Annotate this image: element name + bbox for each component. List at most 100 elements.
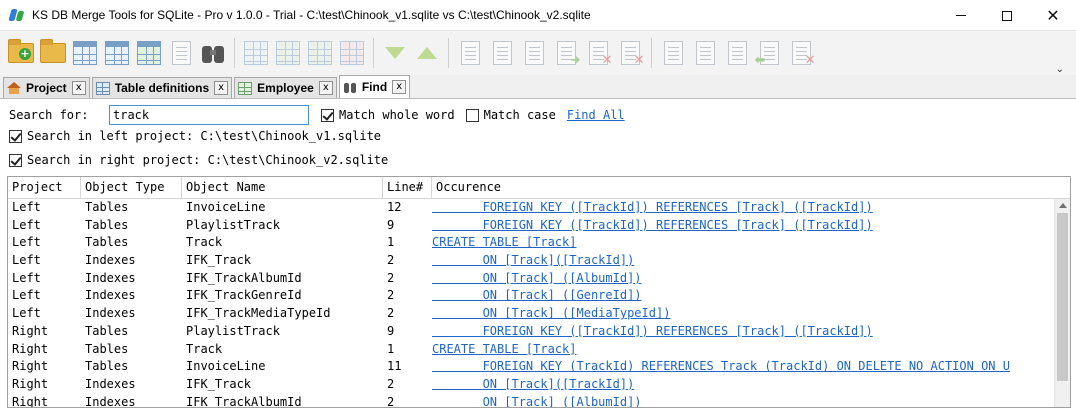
- occurence-link[interactable]: FOREIGN KEY ([TrackId]) REFERENCES [Trac…: [432, 200, 873, 214]
- cell-occurence[interactable]: ON [Track] ([AlbumId]): [432, 270, 1054, 288]
- match-whole-word-checkbox[interactable]: [321, 108, 334, 122]
- export-button[interactable]: [166, 37, 196, 69]
- occurence-link[interactable]: FOREIGN KEY (TrackId) REFERENCES Track (…: [432, 359, 1010, 373]
- cell-occurence[interactable]: FOREIGN KEY ([TrackId]) REFERENCES [Trac…: [432, 199, 1054, 217]
- table-row[interactable]: Left Tables PlaylistTrack 9 FOREIGN KEY ([T…: [8, 217, 1070, 235]
- scroll-up-icon[interactable]: [1059, 203, 1067, 208]
- tab-close-button[interactable]: x: [214, 81, 229, 95]
- search-left-project-checkbox[interactable]: [9, 129, 22, 143]
- cell-project: Left: [12, 253, 41, 268]
- cell-project: Left: [12, 200, 41, 214]
- table-row[interactable]: Right Indexes IFK_TrackAlbumId 2 ON [Track]…: [8, 394, 1070, 407]
- table-row[interactable]: Right Indexes IFK_Track 2 ON [Track]([Track…: [8, 376, 1070, 394]
- cell-occurence[interactable]: ON [Track]([TrackId]): [432, 376, 1054, 394]
- toolbar-separator: [373, 38, 374, 68]
- tab-project[interactable]: Project x: [3, 77, 90, 98]
- maximize-button[interactable]: [984, 0, 1030, 31]
- table-row[interactable]: Left Indexes IFK_TrackMediaTypeId 2 ON [Tra…: [8, 305, 1070, 323]
- open-project-button[interactable]: [38, 37, 68, 69]
- match-case-option[interactable]: Match case: [465, 108, 556, 122]
- table-grid-left-button[interactable]: [273, 37, 303, 69]
- column-header-object-name[interactable]: Object Name: [182, 177, 383, 198]
- minimize-button[interactable]: [938, 0, 984, 31]
- apply-left-button[interactable]: ⬅: [754, 37, 784, 69]
- match-whole-word-option[interactable]: Match whole word: [321, 108, 455, 122]
- delete-doc-button[interactable]: ✕: [615, 37, 645, 69]
- new-project-button[interactable]: +: [6, 37, 36, 69]
- occurence-link[interactable]: FOREIGN KEY ([TrackId]) REFERENCES [Trac…: [432, 218, 873, 232]
- left-doc-button[interactable]: [658, 37, 688, 69]
- tab-close-button[interactable]: x: [71, 81, 86, 95]
- column-header-line[interactable]: Line#: [383, 177, 432, 198]
- cell-occurence[interactable]: ON [Track]([TrackId]): [432, 252, 1054, 270]
- delete-left-button[interactable]: ✕: [786, 37, 816, 69]
- cell-line: 2: [387, 288, 395, 303]
- table-row[interactable]: Right Tables InvoiceLine 11 FOREIGN KEY (Tr…: [8, 358, 1070, 376]
- occurence-link[interactable]: CREATE TABLE [Track]: [432, 235, 577, 249]
- occurence-link[interactable]: ON [Track] ([AlbumId]): [432, 395, 642, 407]
- search-input[interactable]: [109, 105, 309, 125]
- next-diff-button[interactable]: [380, 37, 410, 69]
- tab-employee[interactable]: Employee x: [234, 77, 337, 98]
- cell-occurence[interactable]: CREATE TABLE [Track]: [432, 234, 1054, 252]
- cell-occurence[interactable]: CREATE TABLE [Track]: [432, 341, 1054, 359]
- cell-occurence[interactable]: FOREIGN KEY ([TrackId]) REFERENCES [Trac…: [432, 217, 1054, 235]
- table-grid-button[interactable]: [241, 37, 271, 69]
- table-row[interactable]: Right Tables Track 1 CREATE TABLE [Track]: [8, 341, 1070, 359]
- cell-occurence[interactable]: FOREIGN KEY ([TrackId]) REFERENCES [Trac…: [432, 323, 1054, 341]
- find-all-link[interactable]: Find All: [567, 108, 625, 122]
- occurence-link[interactable]: ON [Track]([TrackId]): [432, 377, 635, 391]
- search-right-project-checkbox[interactable]: [9, 153, 22, 167]
- table-grid-diff-button[interactable]: [337, 37, 367, 69]
- cell-occurence[interactable]: ON [Track] ([MediaTypeId]): [432, 305, 1054, 323]
- occurence-link[interactable]: ON [Track]([TrackId]): [432, 253, 635, 267]
- select-query-button[interactable]: [102, 37, 132, 69]
- toolbar-overflow-button[interactable]: ⌄: [1056, 65, 1064, 75]
- occurence-link[interactable]: ON [Track] ([MediaTypeId]): [432, 306, 671, 320]
- tab-close-button[interactable]: x: [318, 81, 333, 95]
- script-doc-button[interactable]: [519, 37, 549, 69]
- sync-doc-button[interactable]: [722, 37, 752, 69]
- cell-occurence[interactable]: ON [Track] ([GenreId]): [432, 287, 1054, 305]
- table-icon: [95, 81, 110, 95]
- open-project-icon: [40, 39, 66, 63]
- tab-table-definitions[interactable]: Table definitions x: [91, 77, 233, 98]
- tab-close-button[interactable]: x: [392, 80, 407, 94]
- occurence-link[interactable]: ON [Track] ([AlbumId]): [432, 271, 642, 285]
- cell-occurence[interactable]: FOREIGN KEY (TrackId) REFERENCES Track (…: [432, 358, 1054, 376]
- column-header-object-type[interactable]: Object Type: [81, 177, 182, 198]
- table-row[interactable]: Left Tables InvoiceLine 12 FOREIGN KEY ([Tr…: [8, 199, 1070, 217]
- table-grid-right-button[interactable]: [305, 37, 335, 69]
- scrollbar-thumb[interactable]: [1057, 213, 1068, 381]
- delete-right-button[interactable]: ✕: [583, 37, 613, 69]
- occurence-link[interactable]: CREATE TABLE [Track]: [432, 342, 577, 356]
- apply-right-button[interactable]: ➜: [551, 37, 581, 69]
- left-doc-2-button[interactable]: [690, 37, 720, 69]
- maximize-icon: [1002, 10, 1012, 21]
- schema-report-button[interactable]: [134, 37, 164, 69]
- table-row[interactable]: Left Indexes IFK_TrackAlbumId 2 ON [Track] …: [8, 270, 1070, 288]
- occurence-link[interactable]: FOREIGN KEY ([TrackId]) REFERENCES [Trac…: [432, 324, 873, 338]
- search-row: Search for: Match whole word Match case …: [9, 105, 625, 125]
- table-row[interactable]: Left Indexes IFK_TrackGenreId 2 ON [Track] …: [8, 287, 1070, 305]
- column-header-project[interactable]: Project: [8, 177, 81, 198]
- compare-tables-button[interactable]: [70, 37, 100, 69]
- merge-doc-button[interactable]: [487, 37, 517, 69]
- results-grid[interactable]: Project Object Type Object Name Line# Oc…: [7, 176, 1071, 408]
- table-row[interactable]: Left Indexes IFK_Track 2 ON [Track]([TrackI…: [8, 252, 1070, 270]
- tab-find[interactable]: Find x: [338, 75, 411, 98]
- table-row[interactable]: Right Tables PlaylistTrack 9 FOREIGN KEY ([…: [8, 323, 1070, 341]
- occurence-link[interactable]: ON [Track] ([GenreId]): [432, 288, 642, 302]
- table-row[interactable]: Left Tables Track 1 CREATE TABLE [Track]: [8, 234, 1070, 252]
- vertical-scrollbar[interactable]: [1054, 199, 1070, 407]
- script-doc-icon: [524, 41, 544, 65]
- prev-diff-button[interactable]: [412, 37, 442, 69]
- cell-occurence[interactable]: ON [Track] ([AlbumId]): [432, 394, 1054, 407]
- copy-doc-button[interactable]: [455, 37, 485, 69]
- toolbar-separator: [448, 38, 449, 68]
- find-button[interactable]: [198, 37, 228, 69]
- delete-right-icon: ✕: [588, 41, 613, 68]
- close-button[interactable]: ✕: [1030, 0, 1076, 31]
- match-case-checkbox[interactable]: [465, 108, 479, 122]
- column-header-occurence[interactable]: Occurence: [432, 177, 1054, 198]
